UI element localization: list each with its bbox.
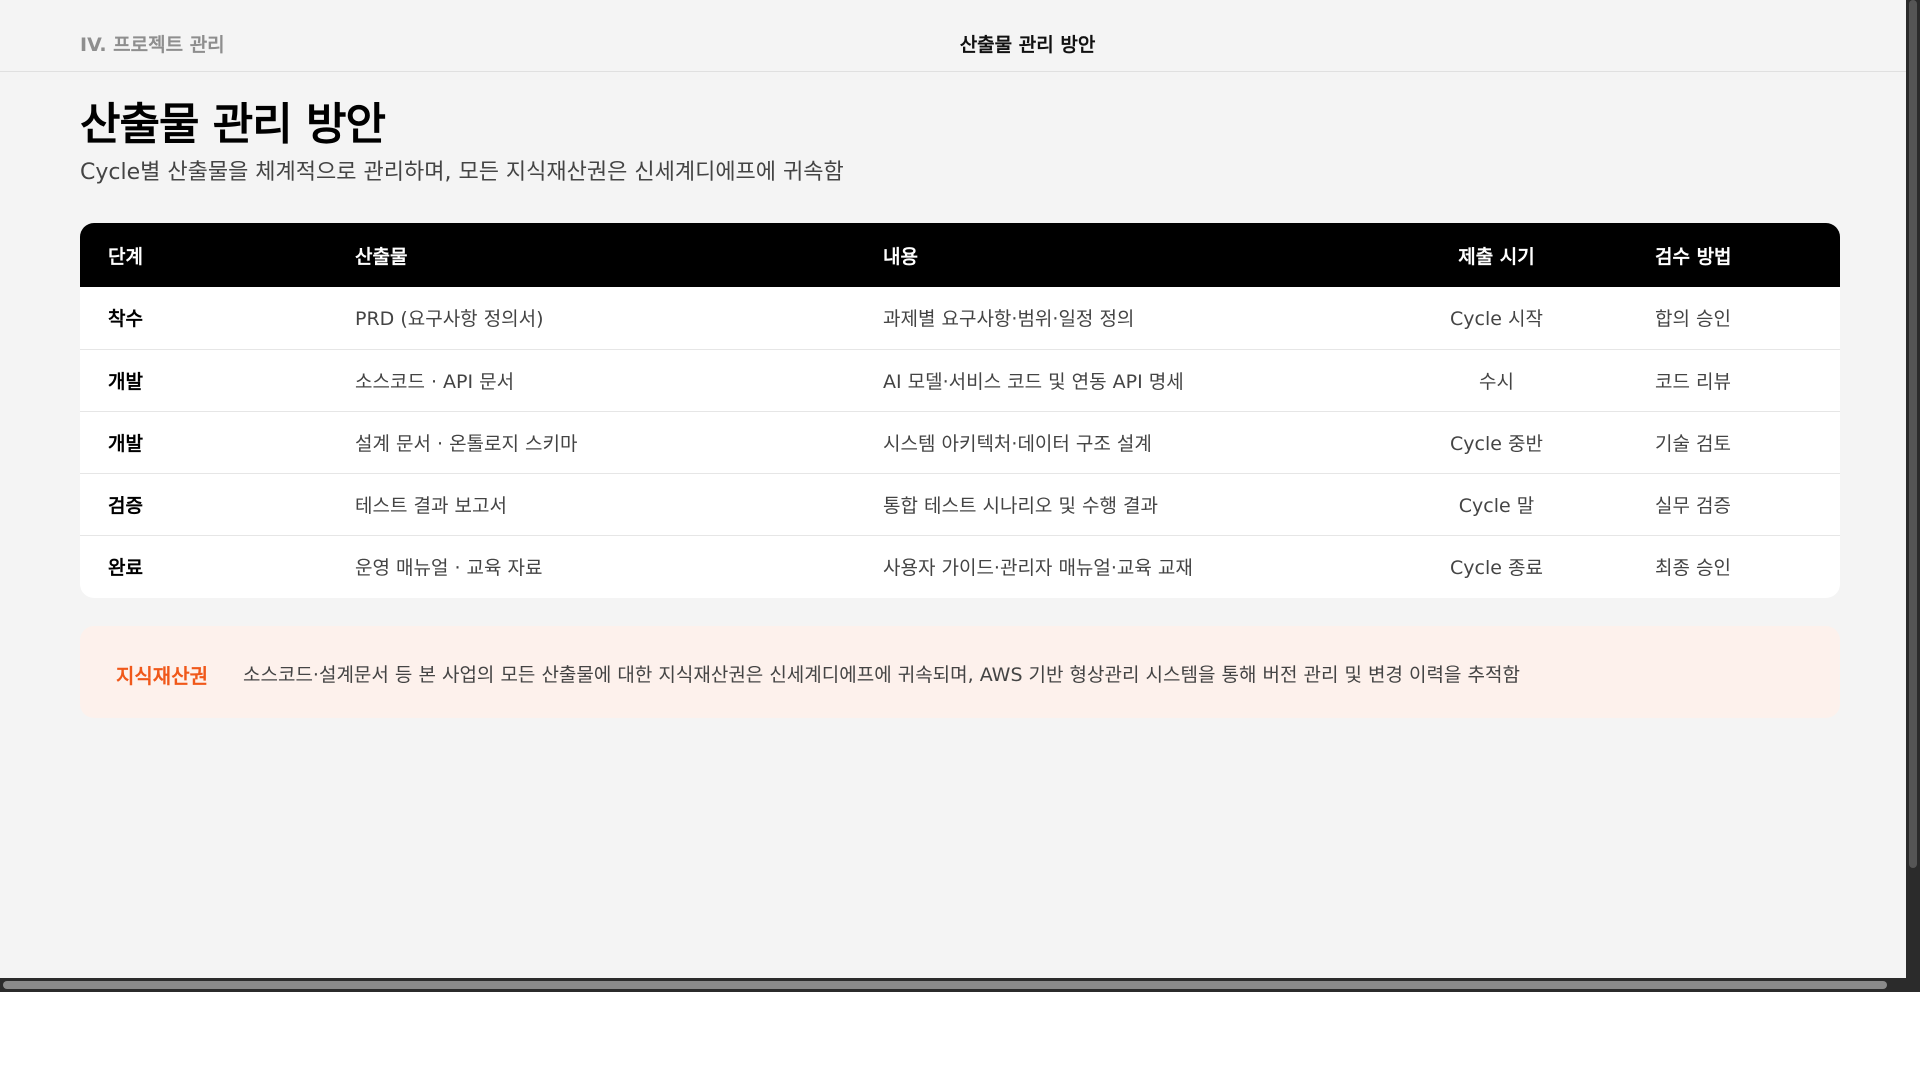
cell-content: 시스템 아키텍처·데이터 구조 설계 xyxy=(883,432,1152,455)
cell-review: 최종 승인 xyxy=(1655,556,1731,579)
table-row: 개발 설계 문서 · 온톨로지 스키마 시스템 아키텍처·데이터 구조 설계 C… xyxy=(80,411,1840,473)
vertical-scrollbar[interactable] xyxy=(1906,0,1920,992)
cell-stage: 개발 xyxy=(108,370,143,393)
table-row: 검증 테스트 결과 보고서 통합 테스트 시나리오 및 수행 결과 Cycle … xyxy=(80,473,1840,535)
ip-notice-text: 소스코드·설계문서 등 본 사업의 모든 산출물에 대한 지식재산권은 신세계디… xyxy=(243,664,1520,686)
page-title: 산출물 관리 방안 xyxy=(80,99,386,150)
cell-deliverable: 테스트 결과 보고서 xyxy=(355,494,507,517)
slide-header: IV. 프로젝트 관리 산출물 관리 방안 xyxy=(0,0,1906,72)
cell-stage: 검증 xyxy=(108,494,143,517)
horizontal-scrollbar-thumb[interactable] xyxy=(3,981,1887,989)
horizontal-scrollbar[interactable] xyxy=(0,978,1906,992)
cell-content: 통합 테스트 시나리오 및 수행 결과 xyxy=(883,494,1158,517)
cell-submission: Cycle 말 xyxy=(1458,494,1535,517)
cell-review: 합의 승인 xyxy=(1655,308,1731,331)
column-header-content: 내용 xyxy=(883,245,918,268)
cell-content: AI 모델·서비스 코드 및 연동 API 명세 xyxy=(883,370,1184,393)
cell-deliverable: 운영 매뉴얼 · 교육 자료 xyxy=(355,556,543,579)
vertical-scrollbar-thumb[interactable] xyxy=(1909,0,1917,868)
header-title: 산출물 관리 방안 xyxy=(959,34,1096,56)
column-header-deliverable: 산출물 xyxy=(355,245,408,268)
cell-content: 사용자 가이드·관리자 매뉴얼·교육 교재 xyxy=(883,556,1193,579)
cell-submission: Cycle 시작 xyxy=(1450,308,1543,331)
cell-submission: Cycle 중반 xyxy=(1450,432,1543,455)
column-header-stage: 단계 xyxy=(108,245,143,268)
cell-review: 코드 리뷰 xyxy=(1655,370,1731,393)
cell-stage: 완료 xyxy=(108,556,143,579)
cell-submission: Cycle 종료 xyxy=(1450,556,1543,579)
cell-review: 실무 검증 xyxy=(1655,494,1731,517)
cell-stage: 착수 xyxy=(108,308,143,331)
slide-viewport: IV. 프로젝트 관리 산출물 관리 방안 산출물 관리 방안 Cycle별 산… xyxy=(0,0,1906,978)
ip-notice-label: 지식재산권 xyxy=(116,664,208,688)
cell-stage: 개발 xyxy=(108,432,143,455)
table-row: 완료 운영 매뉴얼 · 교육 자료 사용자 가이드·관리자 매뉴얼·교육 교재 … xyxy=(80,535,1840,597)
cell-content: 과제별 요구사항·범위·일정 정의 xyxy=(883,308,1135,331)
ip-notice-box: 지식재산권 소스코드·설계문서 등 본 사업의 모든 산출물에 대한 지식재산권… xyxy=(80,626,1840,718)
cell-deliverable: 설계 문서 · 온톨로지 스키마 xyxy=(355,432,578,455)
column-header-review: 검수 방법 xyxy=(1655,245,1732,268)
table-row: 착수 PRD (요구사항 정의서) 과제별 요구사항·범위·일정 정의 Cycl… xyxy=(80,287,1840,349)
deliverables-table: 단계 산출물 내용 제출 시기 검수 방법 착수 PRD (요구사항 정의서) … xyxy=(80,223,1840,597)
column-header-submission: 제출 시기 xyxy=(1458,245,1535,268)
cell-review: 기술 검토 xyxy=(1655,432,1731,455)
deliverables-table-card: 단계 산출물 내용 제출 시기 검수 방법 착수 PRD (요구사항 정의서) … xyxy=(80,223,1840,598)
cell-submission: 수시 xyxy=(1479,370,1514,393)
cell-deliverable: 소스코드 · API 문서 xyxy=(355,370,515,393)
table-row: 개발 소스코드 · API 문서 AI 모델·서비스 코드 및 연동 API 명… xyxy=(80,349,1840,411)
table-header-row: 단계 산출물 내용 제출 시기 검수 방법 xyxy=(80,223,1840,287)
page-subtitle: Cycle별 산출물을 체계적으로 관리하며, 모든 지식재산권은 신세계디에프… xyxy=(80,160,844,185)
cell-deliverable: PRD (요구사항 정의서) xyxy=(355,308,544,331)
